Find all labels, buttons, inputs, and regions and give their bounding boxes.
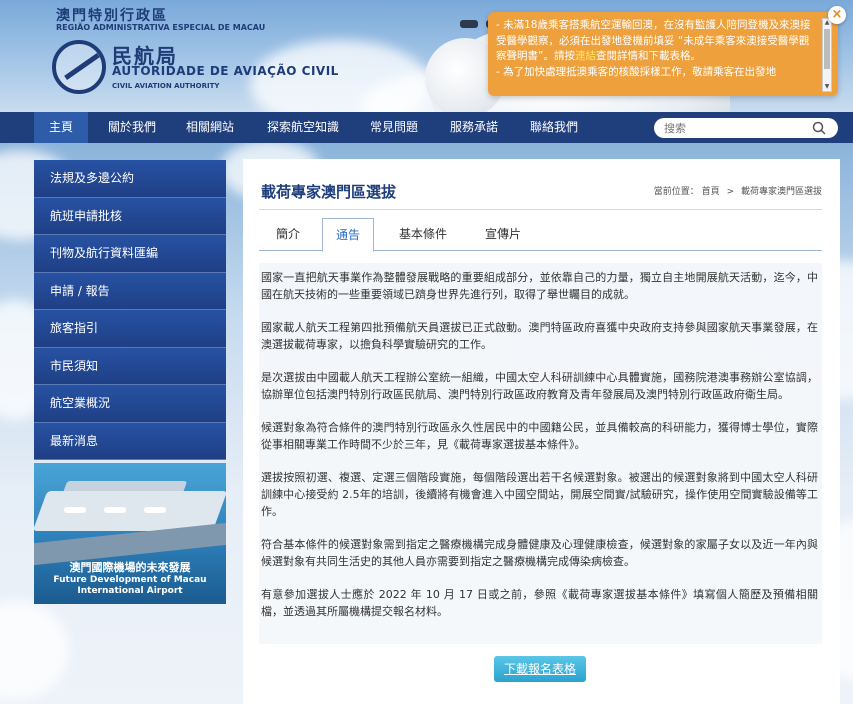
nav-item-home[interactable]: 主頁 <box>34 112 88 143</box>
tab-intro[interactable]: 簡介 <box>259 218 317 251</box>
sidebar-item-flight-approval[interactable]: 航班申請批核 <box>34 197 226 235</box>
body-paragraph: 符合基本條件的候選對象需到指定之醫療機構完成身體健康及心理健康檢查，候選對象的家… <box>261 538 818 568</box>
sidebar-item-public-notice[interactable]: 市民須知 <box>34 347 226 385</box>
banner-title-en: International Airport <box>77 586 183 596</box>
parked-plane <box>144 507 166 513</box>
sidebar-item-latest-news[interactable]: 最新消息 <box>34 422 226 460</box>
sidebar-item-traveller-guide[interactable]: 旅客指引 <box>34 310 226 348</box>
close-icon[interactable]: × <box>828 6 846 24</box>
main-content: 載荷專家澳門區選拔 當前位置： 首頁 > 載荷專家澳門區選拔 簡介 通告 基本條… <box>243 159 840 704</box>
nav-item-faq[interactable]: 常見問題 <box>362 112 426 143</box>
notice-item: - 為了加快處理抵澳乘客的核酸採樣工作，敬請乘客在出發地 <box>496 65 777 78</box>
notice-link[interactable]: 連結 <box>575 50 596 62</box>
download-form-button[interactable]: 下載報名表格 <box>494 656 586 682</box>
search-input[interactable] <box>664 120 804 136</box>
breadcrumb: 當前位置： 首頁 > 載荷專家澳門區選拔 <box>654 184 822 197</box>
sidebar-item-regulations[interactable]: 法規及多邊公約 <box>34 160 226 198</box>
breadcrumb-separator: > <box>726 187 735 197</box>
banner-caption: 澳門國際機場的未來發展 Future Development of Macau … <box>34 561 226 597</box>
background-cloud <box>0 600 70 700</box>
caa-name-en[interactable]: CIVIL AVIATION AUTHORITY <box>112 82 219 90</box>
scroll-down-arrow-icon[interactable]: ▼ <box>823 83 831 91</box>
airport-development-banner[interactable]: 澳門國際機場的未來發展 Future Development of Macau … <box>34 463 226 604</box>
airplane-window <box>460 20 478 28</box>
body-paragraph: 選拔按照初選、複選、定選三個階段實施，每個階段選出若干名候選對象。被選出的候選對… <box>261 471 818 518</box>
body-paragraph: 國家載人航天工程第四批預備航天員選拔已正式啟動。澳門特區政府喜獲中央政府支持參與… <box>261 321 818 351</box>
body-paragraph: 是次選拔由中國載人航天工程辦公室統一組織，中國太空人科研訓練中心具體實施，國務院… <box>261 371 818 401</box>
body-paragraph: 國家一直把航天事業作為整體發展戰略的重要組成部分，並依靠自己的力量，獨立自主地開… <box>261 271 818 301</box>
notice-body: 國家一直把航天事業作為整體發展戰略的重要組成部分，並依靠自己的力量，獨立自主地開… <box>259 263 822 644</box>
nav-item-links[interactable]: 相關網站 <box>178 112 242 143</box>
nav-item-pledge[interactable]: 服務承諾 <box>442 112 506 143</box>
notice-popup: - 未滿18歲乘客搭乘航空運輸回澳，在沒有監護人陪同登機及來澳接受醫學觀察，必須… <box>488 12 838 96</box>
breadcrumb-home-link[interactable]: 首頁 <box>702 187 720 197</box>
sidebar: 法規及多邊公約 航班申請批核 刊物及航行資料匯編 申請 / 報告 旅客指引 市民… <box>34 160 226 460</box>
nav-item-contact[interactable]: 聯絡我們 <box>522 112 586 143</box>
sidebar-item-industry-overview[interactable]: 航空業概況 <box>34 385 226 423</box>
scrollbar-thumb[interactable] <box>824 29 830 69</box>
parked-plane <box>64 507 86 513</box>
breadcrumb-label: 當前位置： <box>653 187 699 197</box>
tab-basic-conditions[interactable]: 基本條件 <box>385 218 461 251</box>
sidebar-item-publications[interactable]: 刊物及航行資料匯編 <box>34 235 226 273</box>
notice-item: - 未滿18歲乘客搭乘航空運輸回澳，在沒有監護人陪同登機及來澳接受醫學觀察，必須… <box>496 18 818 65</box>
banner-title-en: Future Development of Macau <box>53 575 207 585</box>
caa-name-pt[interactable]: AUTORIDADE DE AVIAÇÃO CIVIL <box>112 64 339 78</box>
notice-text-part: 查閱詳情和下載表格。 <box>595 50 701 62</box>
page-title: 載荷專家澳門區選拔 <box>261 183 397 201</box>
government-name-pt: REGIÃO ADMINISTRATIVA ESPECIAL DE MACAU <box>56 23 266 32</box>
parked-plane <box>104 507 126 513</box>
government-name-zh: 澳門特別行政區 <box>56 8 168 24</box>
caa-logo-icon[interactable] <box>52 40 106 94</box>
search-box <box>654 118 838 138</box>
banner-title-zh: 澳門國際機場的未來發展 <box>69 561 191 574</box>
nav-item-aviation-knowledge[interactable]: 探索航空知識 <box>258 112 348 143</box>
nav-item-about[interactable]: 關於我們 <box>100 112 164 143</box>
content-tabs: 簡介 通告 基本條件 宣傳片 <box>259 218 822 252</box>
title-divider <box>259 209 822 210</box>
sidebar-item-applications[interactable]: 申請 / 報告 <box>34 272 226 310</box>
body-paragraph: 有意參加選拔人士應於 2022 年 10 月 17 日或之前，參照《載荷專家選拔… <box>261 588 818 618</box>
notice-scrollbar[interactable]: ▲ ▼ <box>822 18 832 92</box>
search-icon[interactable] <box>812 121 826 135</box>
body-paragraph: 候選對象為符合條件的澳門特別行政區永久性居民中的中國籍公民，並具備較高的科研能力… <box>261 421 818 451</box>
tab-notice[interactable]: 通告 <box>322 218 374 252</box>
breadcrumb-current: 載荷專家澳門區選拔 <box>740 187 822 197</box>
notice-scroll-area[interactable]: - 未滿18歲乘客搭乘航空運輸回澳，在沒有監護人陪同登機及來澳接受醫學觀察，必須… <box>496 18 818 92</box>
tab-promo-video[interactable]: 宣傳片 <box>471 218 535 251</box>
